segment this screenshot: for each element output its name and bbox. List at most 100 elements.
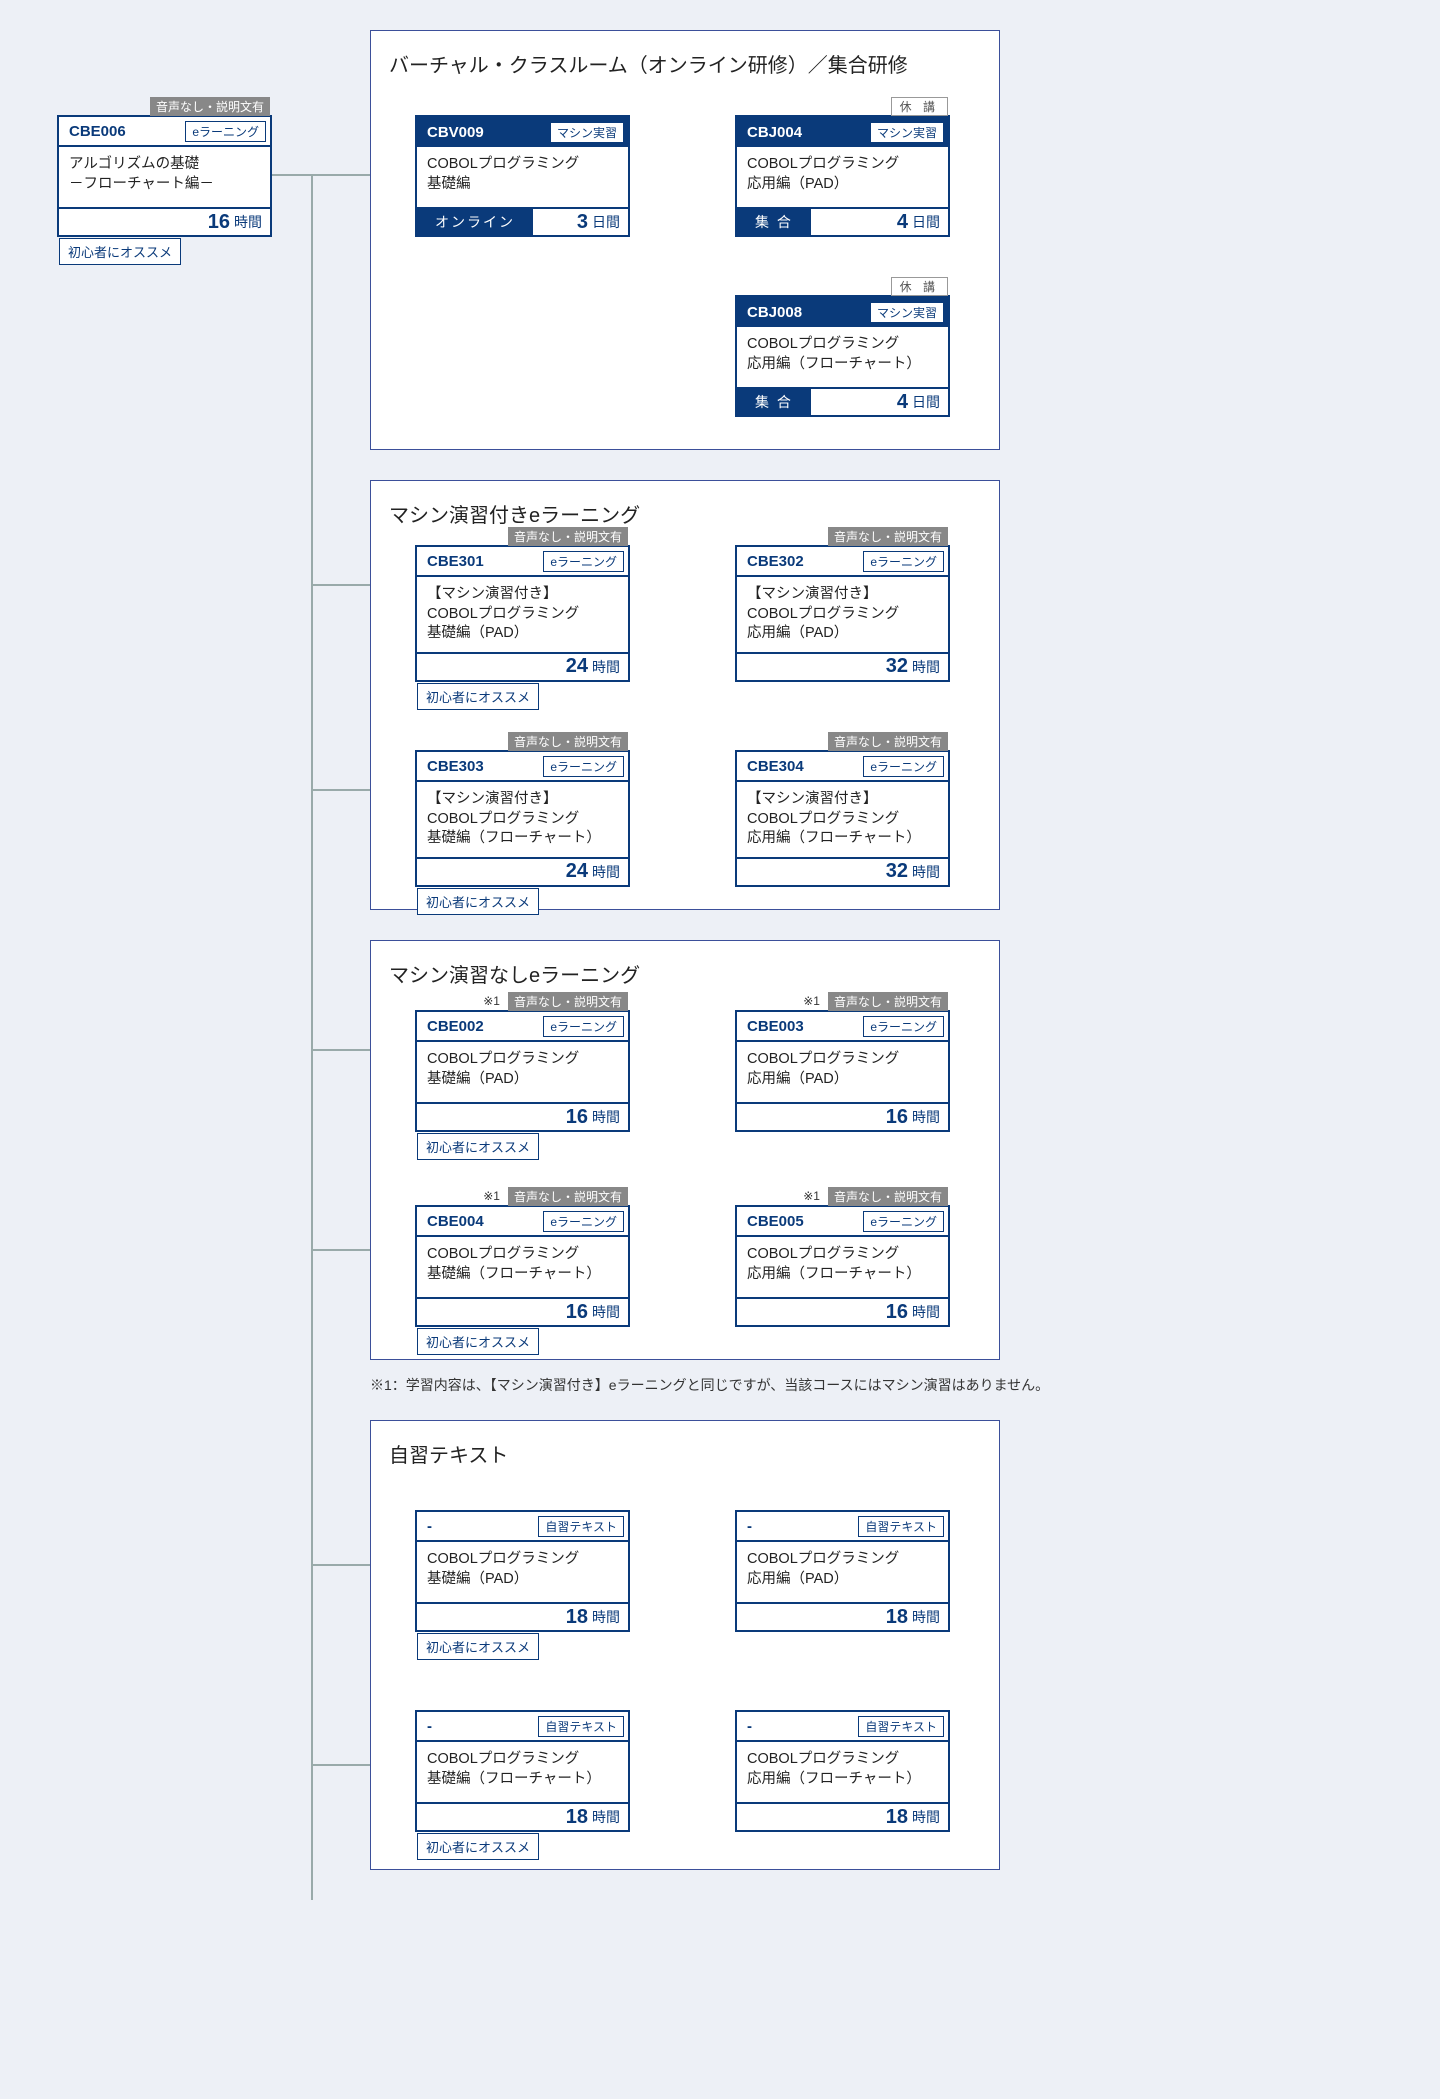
audio-note-label: 音声なし・説明文有 xyxy=(150,97,270,116)
course-code: CBE303 xyxy=(427,758,484,775)
course-title: COBOLプログラミング応用編（フローチャート） xyxy=(737,327,948,387)
section-title: マシン演習なしeラーニング xyxy=(389,959,981,988)
course-type-tag: eラーニング xyxy=(543,756,624,777)
course-type-tag: eラーニング xyxy=(863,551,944,572)
course-card-cbj008[interactable]: 休 講 CBJ008 マシン実習 COBOLプログラミング応用編（フローチャート… xyxy=(735,295,950,417)
duration-unit: 時間 xyxy=(912,657,942,677)
duration-value: 18 xyxy=(886,1606,908,1629)
course-code: CBJ008 xyxy=(747,304,802,321)
audio-note-label: 音声なし・説明文有 xyxy=(508,527,628,546)
suspended-label: 休 講 xyxy=(891,97,948,116)
section-title: バーチャル・クラスルーム（オンライン研修）／集合研修 xyxy=(389,49,981,78)
star-note: ※1 xyxy=(483,1187,500,1206)
course-card-cbe004[interactable]: ※1 音声なし・説明文有 CBE004 eラーニング COBOLプログラミング基… xyxy=(415,1205,630,1327)
course-title: COBOLプログラミング応用編（フローチャート） xyxy=(737,1237,948,1297)
course-title: COBOLプログラミング基礎編 xyxy=(417,147,628,207)
duration-value: 4 xyxy=(897,391,908,414)
course-title: COBOLプログラミング応用編（フローチャート） xyxy=(737,1742,948,1802)
duration-value: 16 xyxy=(566,1106,588,1129)
course-code: CBE301 xyxy=(427,553,484,570)
beginner-badge: 初心者にオススメ xyxy=(417,1133,539,1160)
course-card-cbe003[interactable]: ※1 音声なし・説明文有 CBE003 eラーニング COBOLプログラミング応… xyxy=(735,1010,950,1132)
duration-value: 16 xyxy=(566,1301,588,1324)
course-title: COBOLプログラミング基礎編（フローチャート） xyxy=(417,1237,628,1297)
course-code: CBE005 xyxy=(747,1213,804,1230)
course-card-cbj004[interactable]: 休 講 CBJ004 マシン実習 COBOLプログラミング応用編（PAD） 集 … xyxy=(735,115,950,237)
duration-unit: 時間 xyxy=(592,1107,622,1127)
duration-value: 3 xyxy=(577,211,588,234)
beginner-badge: 初心者にオススメ xyxy=(417,1633,539,1660)
footnote-text: ※1：学習内容は、【マシン演習付き】eラーニングと同じですが、当該コースにはマシ… xyxy=(370,1375,1049,1395)
course-code: CBV009 xyxy=(427,124,484,141)
duration-value: 18 xyxy=(886,1806,908,1829)
duration-unit: 日間 xyxy=(912,212,942,232)
delivery-mode: オンライン xyxy=(417,209,533,235)
course-code: - xyxy=(747,1718,752,1735)
course-card-selfstudy-pad-adv[interactable]: - 自習テキスト COBOLプログラミング応用編（PAD） 18 時間 xyxy=(735,1510,950,1632)
duration-unit: 日間 xyxy=(592,212,622,232)
duration-value: 18 xyxy=(566,1806,588,1829)
course-type-tag: マシン実習 xyxy=(870,122,944,143)
duration-value: 18 xyxy=(566,1606,588,1629)
course-code: CBE006 xyxy=(69,123,126,140)
beginner-badge: 初心者にオススメ xyxy=(417,888,539,915)
duration-unit: 時間 xyxy=(592,1607,622,1627)
course-card-cbe301[interactable]: 音声なし・説明文有 CBE301 eラーニング 【マシン演習付き】COBOLプロ… xyxy=(415,545,630,682)
audio-note-label: 音声なし・説明文有 xyxy=(828,1187,948,1206)
course-code: CBE004 xyxy=(427,1213,484,1230)
section-title: 自習テキスト xyxy=(389,1439,981,1468)
course-card-cbe005[interactable]: ※1 音声なし・説明文有 CBE005 eラーニング COBOLプログラミング応… xyxy=(735,1205,950,1327)
course-code: CBJ004 xyxy=(747,124,802,141)
course-type-tag: eラーニング xyxy=(863,1211,944,1232)
beginner-badge: 初心者にオススメ xyxy=(417,1328,539,1355)
course-card-selfstudy-fc-adv[interactable]: - 自習テキスト COBOLプログラミング応用編（フローチャート） 18 時間 xyxy=(735,1710,950,1832)
course-type-tag: 自習テキスト xyxy=(538,1716,624,1737)
section-title: マシン演習付きeラーニング xyxy=(389,499,981,528)
duration-value: 32 xyxy=(886,860,908,883)
course-type-tag: eラーニング xyxy=(863,756,944,777)
course-code: - xyxy=(427,1718,432,1735)
course-card-cbe006[interactable]: 音声なし・説明文有 CBE006 eラーニング アルゴリズムの基礎－フローチャー… xyxy=(57,115,272,237)
course-type-tag: マシン実習 xyxy=(870,302,944,323)
course-card-selfstudy-fc-basic[interactable]: - 自習テキスト COBOLプログラミング基礎編（フローチャート） 18 時間 … xyxy=(415,1710,630,1832)
course-code: CBE002 xyxy=(427,1018,484,1035)
course-title: COBOLプログラミング基礎編（PAD） xyxy=(417,1042,628,1102)
course-code: CBE304 xyxy=(747,758,804,775)
duration-unit: 時間 xyxy=(912,862,942,882)
course-type-tag: eラーニング xyxy=(543,1016,624,1037)
duration-unit: 時間 xyxy=(912,1607,942,1627)
audio-note-label: 音声なし・説明文有 xyxy=(508,732,628,751)
course-card-cbe302[interactable]: 音声なし・説明文有 CBE302 eラーニング 【マシン演習付き】COBOLプロ… xyxy=(735,545,950,682)
duration-value: 16 xyxy=(208,211,230,234)
course-card-selfstudy-pad-basic[interactable]: - 自習テキスト COBOLプログラミング基礎編（PAD） 18 時間 初心者に… xyxy=(415,1510,630,1632)
duration-value: 16 xyxy=(886,1301,908,1324)
beginner-badge: 初心者にオススメ xyxy=(417,1833,539,1860)
course-type-tag: eラーニング xyxy=(543,1211,624,1232)
duration-value: 24 xyxy=(566,655,588,678)
beginner-badge: 初心者にオススメ xyxy=(417,683,539,710)
beginner-badge: 初心者にオススメ xyxy=(59,238,181,265)
course-title: COBOLプログラミング応用編（PAD） xyxy=(737,147,948,207)
audio-note-label: 音声なし・説明文有 xyxy=(508,1187,628,1206)
delivery-mode: 集 合 xyxy=(737,209,811,235)
course-type-tag: eラーニング xyxy=(543,551,624,572)
course-card-cbe303[interactable]: 音声なし・説明文有 CBE303 eラーニング 【マシン演習付き】COBOLプロ… xyxy=(415,750,630,887)
course-card-cbe002[interactable]: ※1 音声なし・説明文有 CBE002 eラーニング COBOLプログラミング基… xyxy=(415,1010,630,1132)
course-title: COBOLプログラミング応用編（PAD） xyxy=(737,1042,948,1102)
audio-note-label: 音声なし・説明文有 xyxy=(508,992,628,1011)
course-code: - xyxy=(427,1518,432,1535)
duration-unit: 時間 xyxy=(592,862,622,882)
duration-value: 24 xyxy=(566,860,588,883)
suspended-label: 休 講 xyxy=(891,277,948,296)
course-type-tag: 自習テキスト xyxy=(858,1716,944,1737)
audio-note-label: 音声なし・説明文有 xyxy=(828,732,948,751)
duration-value: 16 xyxy=(886,1106,908,1129)
course-card-cbv009[interactable]: CBV009 マシン実習 COBOLプログラミング基礎編 オンライン 3 日間 xyxy=(415,115,630,237)
duration-value: 32 xyxy=(886,655,908,678)
course-title: COBOLプログラミング応用編（PAD） xyxy=(737,1542,948,1602)
duration-unit: 時間 xyxy=(234,212,264,232)
duration-value: 4 xyxy=(897,211,908,234)
course-card-cbe304[interactable]: 音声なし・説明文有 CBE304 eラーニング 【マシン演習付き】COBOLプロ… xyxy=(735,750,950,887)
course-type-tag: マシン実習 xyxy=(550,122,624,143)
duration-unit: 日間 xyxy=(912,392,942,412)
